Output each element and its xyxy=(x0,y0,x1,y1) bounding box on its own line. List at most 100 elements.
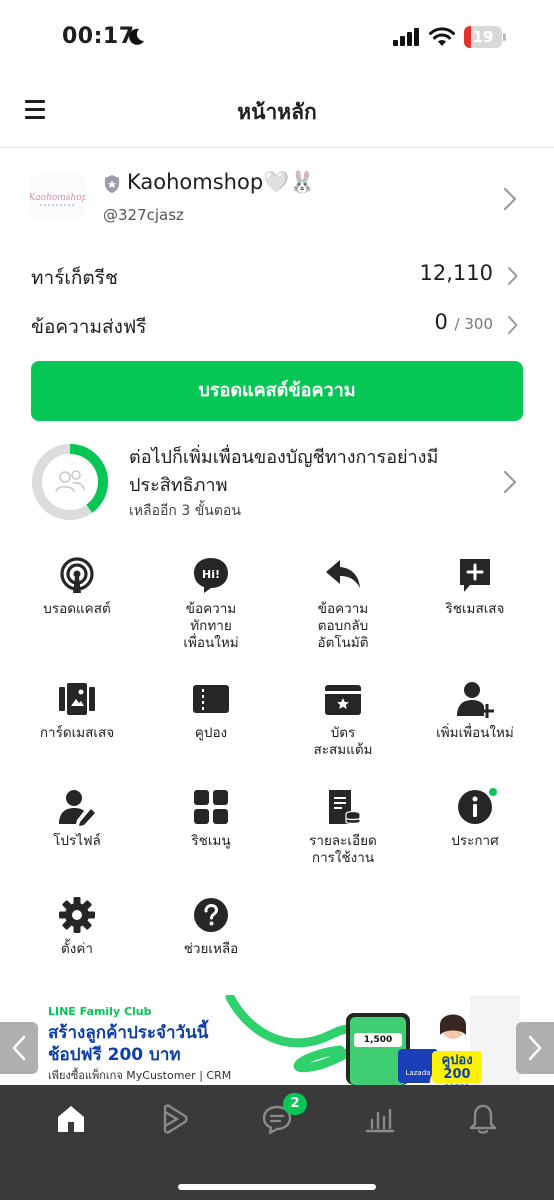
phone-points: 1,500 xyxy=(354,1033,402,1047)
page-title: หน้าหลัก xyxy=(237,100,317,124)
tab-analytics[interactable] xyxy=(364,1103,404,1139)
menu-item-rich-menu[interactable]: ริชเมนู xyxy=(142,788,280,850)
verified-shield-icon xyxy=(105,175,119,193)
banner-next-button[interactable] xyxy=(516,1022,554,1074)
broadcast-message-button[interactable]: บรอดแคสต์ข้อความ xyxy=(31,361,523,421)
menu-label: ข้อความ ทักทาย เพื่อนใหม่ xyxy=(183,601,239,651)
menu-label: เพิ่มเพื่อนใหม่ xyxy=(436,725,514,741)
menu-item-card-message[interactable]: การ์ดเมสเสจ xyxy=(8,680,146,742)
settings-gear-icon xyxy=(59,897,95,933)
banner-brand: LINE Family Club xyxy=(48,1005,152,1018)
battery-percent: 19 xyxy=(472,28,494,46)
banner-description: เพียงซื้อแพ็กเกจ MyCustomer | CRM xyxy=(48,1069,232,1082)
app-header: หน้าหลัก xyxy=(0,76,554,148)
coupon-tag: คูปอง 200 บาท xyxy=(432,1051,482,1086)
target-reach-row[interactable]: ทาร์เก็ตรีช 12,110 xyxy=(0,254,554,298)
greeting-message-icon: Hi! xyxy=(194,558,228,593)
tab-video[interactable] xyxy=(158,1103,198,1139)
banner-title: สร้างลูกค้าประจำวันนี้ ช้อปฟรี 200 บาท xyxy=(48,1022,208,1066)
analytics-icon xyxy=(365,1108,395,1133)
free-messages-total: / 300 xyxy=(454,315,493,333)
progress-title: ต่อไปก็เพิ่มเพื่อนของบัญชีทางการอย่างมีป… xyxy=(129,447,439,496)
menu-label: บัตร สะสมแต้ม xyxy=(313,725,373,758)
banner-title-line1: สร้างลูกค้าประจำวันนี้ xyxy=(48,1023,209,1043)
account-card[interactable]: Kaohomshop Kaohomshop🤍🐰 @327cjasz xyxy=(0,160,554,242)
chat-unread-badge: 2 xyxy=(283,1093,307,1115)
chevron-right-icon xyxy=(503,187,517,211)
menu-label: ประกาศ xyxy=(451,833,499,849)
feature-menu-grid: บรอดแคสต์ Hi! ข้อความ ทักทาย เพื่อนใหม่ … xyxy=(0,556,554,976)
coupon-tag-label: คูปอง xyxy=(441,1053,473,1068)
menu-label: คูปอง xyxy=(194,725,228,741)
menu-label: ตั้งค่า xyxy=(61,941,93,957)
free-messages-used: 0 xyxy=(434,310,448,334)
menu-item-usage-details[interactable]: รายละเอียด การใช้งาน xyxy=(274,788,412,867)
battery-icon: 19 xyxy=(464,26,506,48)
reward-card-icon xyxy=(325,685,361,715)
chevron-right-icon xyxy=(503,470,517,494)
wifi-icon xyxy=(429,27,455,46)
menu-item-broadcast[interactable]: บรอดแคสต์ xyxy=(8,556,146,618)
chevron-right-icon xyxy=(508,316,518,334)
free-messages-value: 0 / 300 xyxy=(434,310,493,334)
target-reach-value: 12,110 xyxy=(419,261,493,285)
target-reach-label: ทาร์เก็ตรีช xyxy=(31,267,118,289)
rich-message-icon xyxy=(460,559,490,592)
progress-steps-remaining: เหลืออีก 3 ขั้นตอน xyxy=(129,503,241,519)
progress-ring xyxy=(32,444,108,520)
status-time: 00:17 xyxy=(62,24,135,49)
free-messages-row[interactable]: ข้อความส่งฟรี 0 / 300 xyxy=(0,303,554,347)
play-icon xyxy=(163,1104,188,1134)
home-indicator xyxy=(178,1184,376,1190)
chevron-left-icon xyxy=(12,1035,26,1061)
onboarding-progress-card[interactable]: ต่อไปก็เพิ่มเพื่อนของบัญชีทางการอย่างมีป… xyxy=(0,438,554,530)
moon-icon xyxy=(129,28,144,45)
menu-item-add-friend[interactable]: เพิ่มเพื่อนใหม่ xyxy=(406,680,544,742)
menu-item-settings[interactable]: ตั้งค่า xyxy=(8,896,146,958)
profile-icon xyxy=(59,790,95,826)
banner-title-line2: ช้อปฟรี 200 บาท xyxy=(48,1045,181,1065)
menu-item-profile[interactable]: โปรไฟล์ xyxy=(8,788,146,850)
notification-bell-icon xyxy=(469,1104,497,1134)
menu-item-reward-card[interactable]: บัตร สะสมแต้ม xyxy=(274,680,412,759)
menu-item-greeting-message[interactable]: Hi! ข้อความ ทักทาย เพื่อนใหม่ xyxy=(142,556,280,652)
account-name: Kaohomshop🤍🐰 xyxy=(127,170,316,194)
home-icon xyxy=(58,1106,84,1132)
menu-label: ข้อความ ตอบกลับ อัตโนมัติ xyxy=(317,601,369,651)
bottom-tab-bar xyxy=(0,1085,554,1200)
menu-label: ช่วยเหลือ xyxy=(183,941,239,957)
shop-logo-text: Kaohomshop xyxy=(30,193,86,203)
broadcast-icon xyxy=(60,557,94,593)
status-bar: 00:17 19 xyxy=(0,0,554,76)
auto-reply-icon xyxy=(326,560,360,588)
menu-label: ริชเมนู xyxy=(191,833,231,849)
menu-item-auto-reply[interactable]: ข้อความ ตอบกลับ อัตโนมัติ xyxy=(274,556,412,652)
menu-label: บรอดแคสต์ xyxy=(43,601,111,617)
menu-label: การ์ดเมสเสจ xyxy=(39,725,115,741)
menu-item-announcements[interactable]: ประกาศ xyxy=(406,788,544,850)
help-question-icon xyxy=(194,898,228,932)
friends-icon xyxy=(55,470,85,493)
add-friend-icon xyxy=(457,682,494,718)
coupon-tag-amount: 200 บาท xyxy=(443,1067,471,1086)
usage-details-icon xyxy=(329,790,361,825)
chevron-right-icon xyxy=(508,267,518,285)
shop-logo-icon: Kaohomshop xyxy=(30,174,86,220)
menu-item-rich-message[interactable]: ริชเมสเสจ xyxy=(406,556,544,618)
tab-home[interactable] xyxy=(55,1103,95,1139)
menu-label: โปรไฟล์ xyxy=(53,833,101,849)
svg-text:Hi!: Hi! xyxy=(202,568,220,581)
tab-notifications[interactable] xyxy=(467,1103,507,1139)
coupon-icon xyxy=(193,685,229,713)
info-icon xyxy=(458,790,492,824)
banner-prev-button[interactable] xyxy=(0,1022,38,1074)
promo-banner[interactable]: LINE Family Club สร้างลูกค้าประจำวันนี้ … xyxy=(0,995,554,1085)
free-messages-label: ข้อความส่งฟรี xyxy=(31,316,147,338)
account-avatar: Kaohomshop xyxy=(30,174,86,220)
card-message-icon xyxy=(59,683,95,715)
new-notification-dot xyxy=(489,788,497,796)
menu-item-help[interactable]: ช่วยเหลือ xyxy=(142,896,280,958)
rich-menu-icon xyxy=(194,790,228,824)
menu-item-coupon[interactable]: คูปอง xyxy=(142,680,280,742)
menu-label: รายละเอียด การใช้งาน xyxy=(309,833,377,866)
